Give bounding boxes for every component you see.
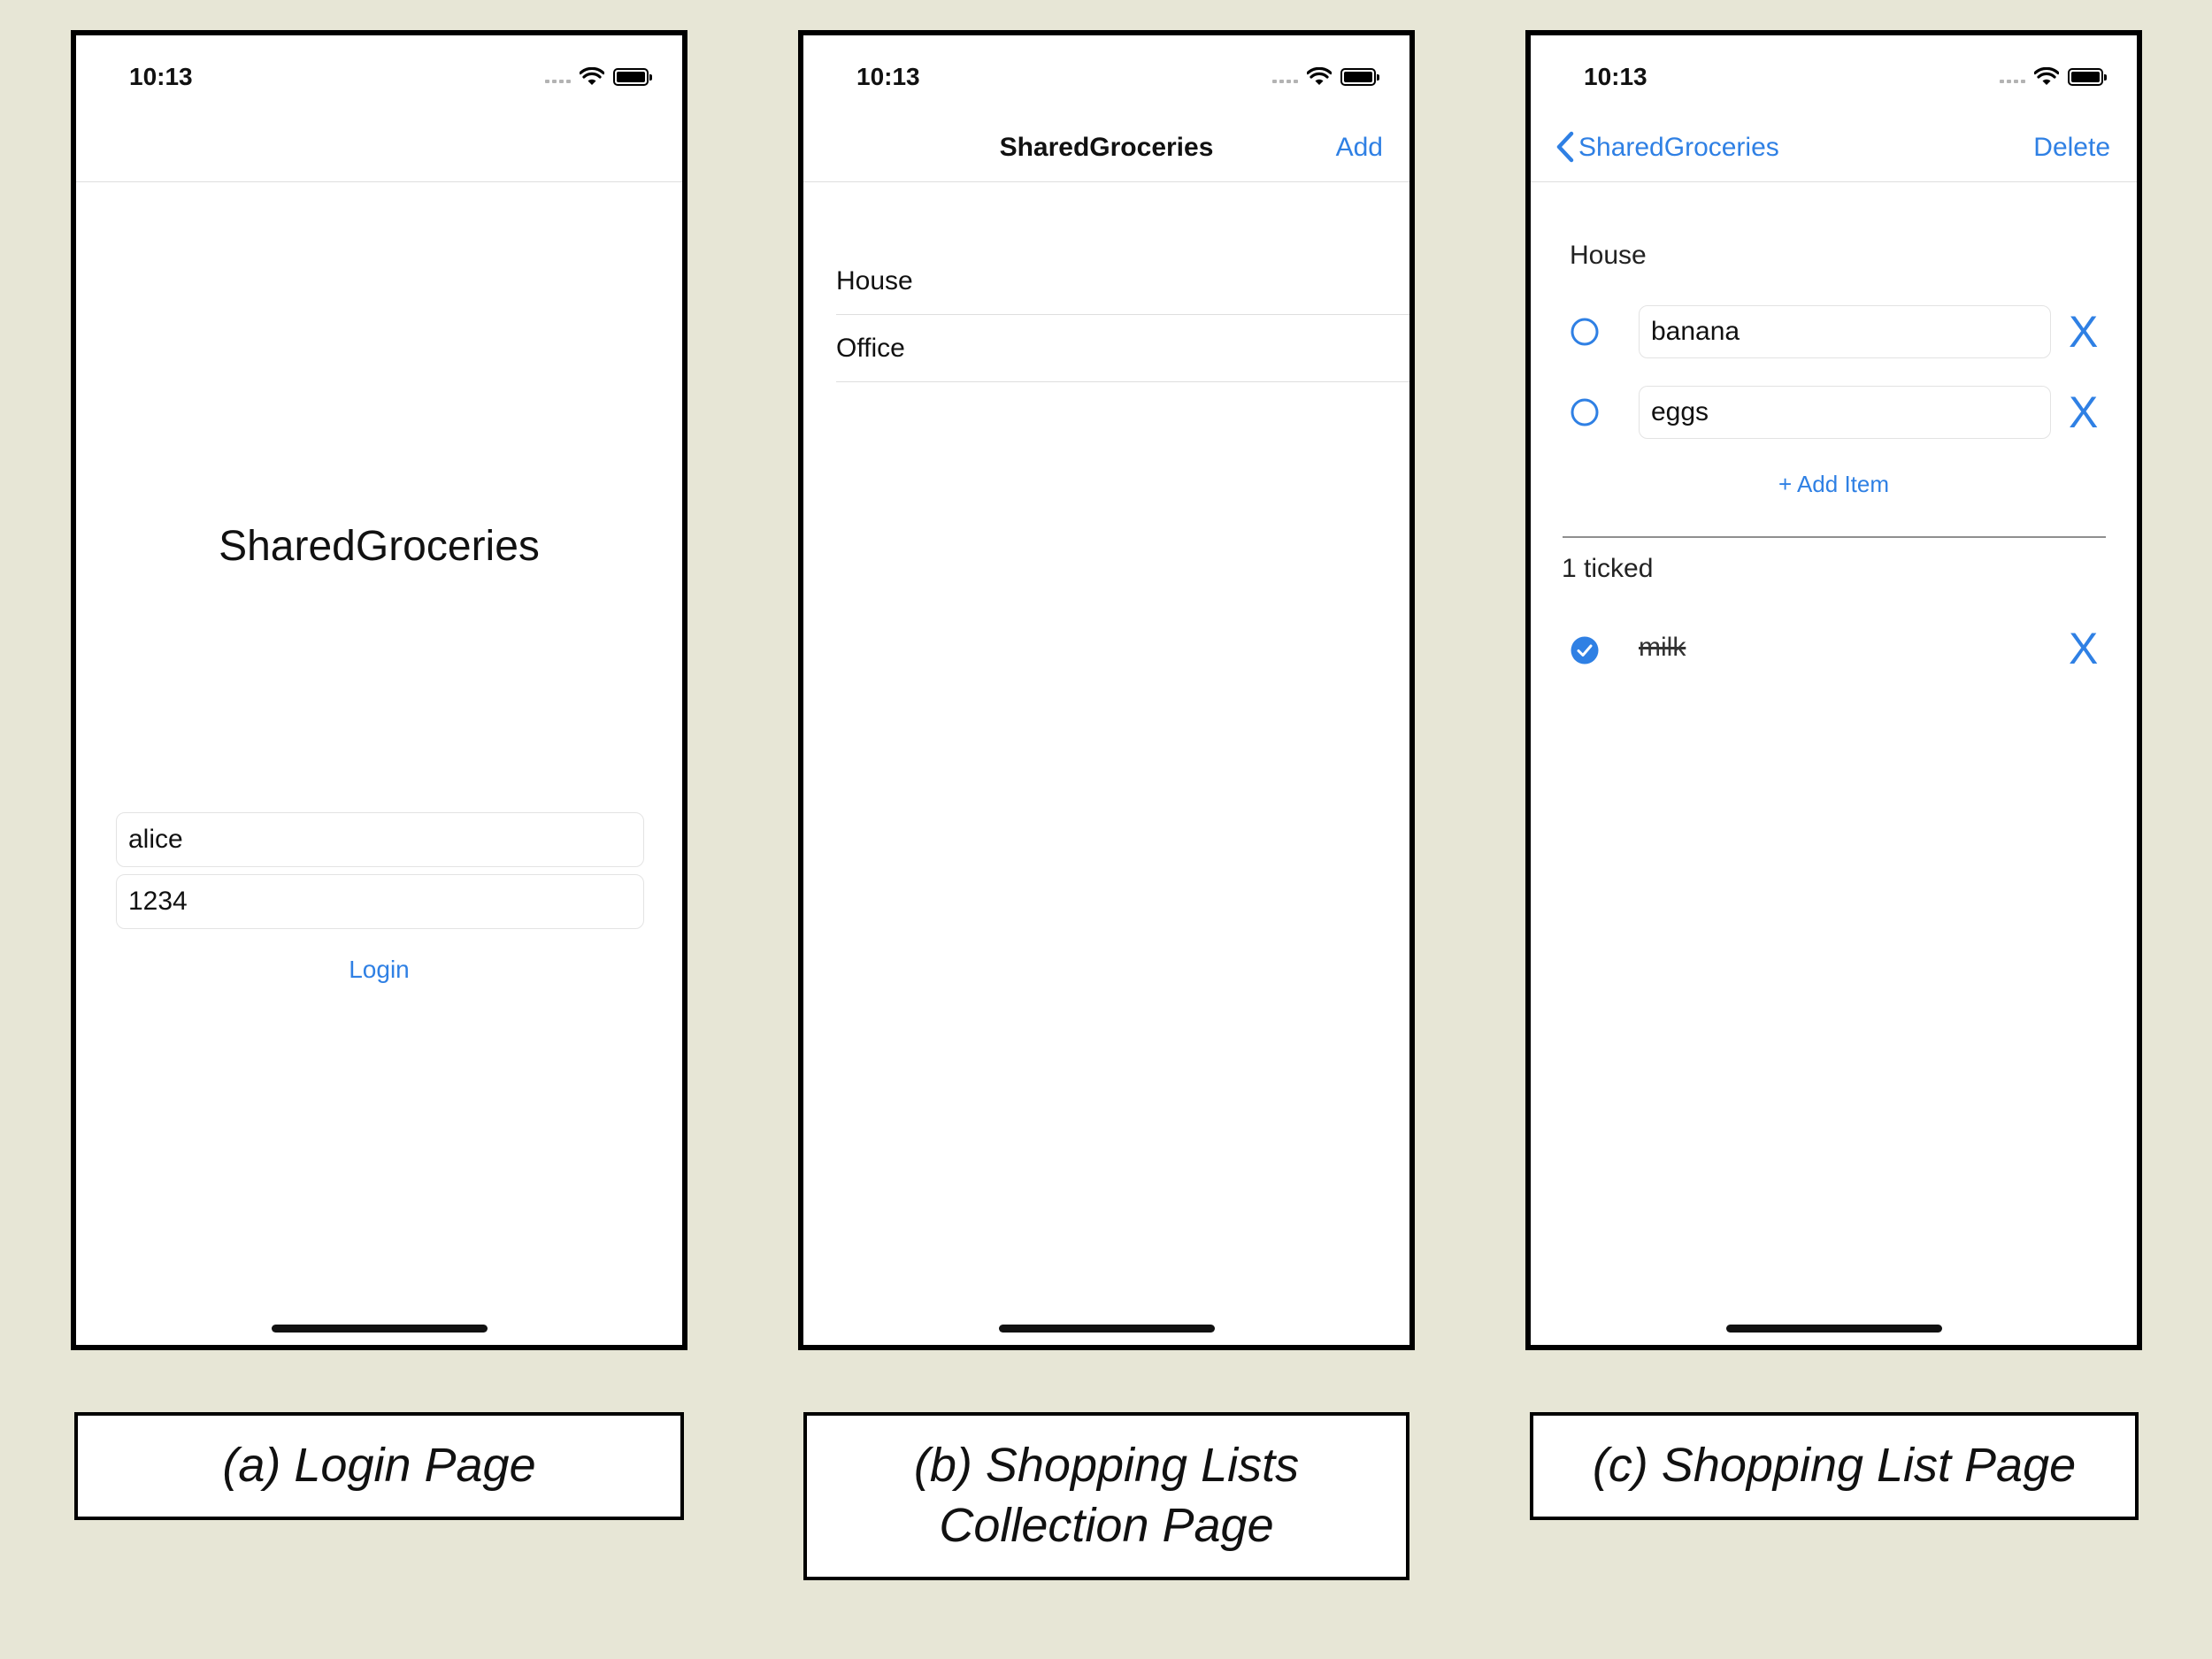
caption-login-page: (a) Login Page	[74, 1412, 684, 1520]
status-icons	[545, 67, 652, 87]
caption-line: Collection Page	[939, 1499, 1274, 1552]
status-icons	[2000, 67, 2107, 87]
delete-ticked-item-button[interactable]: X	[2069, 626, 2098, 671]
unchecked-circle-icon[interactable]	[1570, 397, 1600, 427]
battery-icon	[613, 68, 652, 86]
chevron-left-icon[interactable]	[1550, 129, 1582, 165]
login-screen: 10:13 SharedGroceries alice 1234 Login	[71, 30, 687, 1350]
caption-line: (b) Shopping Lists	[913, 1439, 1300, 1492]
cellular-signal-icon	[2000, 80, 2025, 83]
wifi-icon	[1307, 67, 1332, 85]
unchecked-circle-icon[interactable]	[1570, 317, 1600, 347]
password-field[interactable]: 1234	[116, 874, 644, 929]
list-item-house[interactable]: House	[836, 248, 1409, 315]
status-time: 10:13	[129, 63, 193, 90]
delete-item-button[interactable]: X	[2069, 390, 2098, 434]
cellular-signal-icon	[545, 80, 571, 83]
login-button[interactable]: Login	[76, 956, 682, 984]
ticked-item-name[interactable]: milk	[1639, 633, 1686, 663]
wifi-icon	[580, 67, 604, 85]
wifi-icon	[2034, 67, 2059, 85]
list-item-office[interactable]: Office	[836, 315, 1409, 382]
app-title: SharedGroceries	[219, 523, 540, 570]
navigation-bar	[76, 35, 682, 182]
delete-item-button[interactable]: X	[2069, 310, 2098, 354]
status-icons	[1272, 67, 1379, 87]
divider	[1563, 536, 2106, 538]
ticked-section-header: 1 ticked	[1562, 554, 1654, 583]
shopping-lists-screen: 10:13 SharedGroceries Add House Office	[798, 30, 1415, 1350]
home-indicator[interactable]	[271, 1325, 488, 1333]
add-list-button[interactable]: Add	[1336, 133, 1383, 163]
caption-shopping-list-page: (c) Shopping List Page	[1530, 1412, 2139, 1520]
checked-circle-icon[interactable]	[1570, 635, 1600, 665]
status-time: 10:13	[856, 63, 920, 90]
list-name-header: House	[1570, 241, 1647, 270]
caption-shopping-lists-collection-page: (b) Shopping Lists Collection Page	[803, 1412, 1409, 1580]
username-field[interactable]: alice	[116, 812, 644, 867]
item-name-field[interactable]: banana	[1639, 305, 2051, 358]
home-indicator[interactable]	[1725, 1325, 1942, 1333]
add-item-button[interactable]: + Add Item	[1531, 471, 2137, 498]
battery-icon	[2068, 68, 2107, 86]
shopping-list-screen: 10:13 SharedGroceries Delete House banan…	[1525, 30, 2142, 1350]
status-time: 10:13	[1584, 63, 1647, 90]
home-indicator[interactable]	[998, 1325, 1215, 1333]
back-button[interactable]: SharedGroceries	[1578, 133, 1779, 163]
delete-list-button[interactable]: Delete	[2033, 133, 2110, 163]
cellular-signal-icon	[1272, 80, 1298, 83]
item-name-field[interactable]: eggs	[1639, 386, 2051, 439]
nav-title: SharedGroceries	[999, 133, 1214, 162]
battery-icon	[1340, 68, 1379, 86]
